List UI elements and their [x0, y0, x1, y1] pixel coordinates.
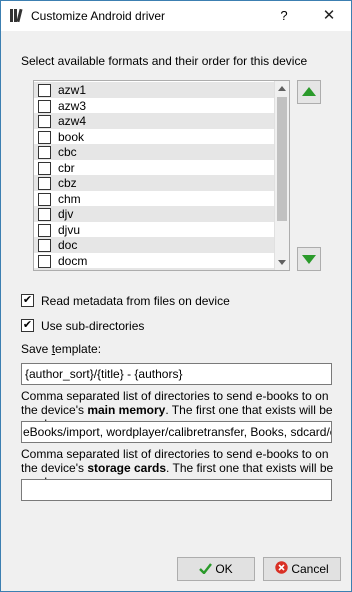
format-name: book [58, 129, 85, 144]
ok-label: OK [215, 562, 233, 576]
list-item[interactable]: cbc [34, 144, 275, 160]
list-item[interactable]: cbz [34, 175, 275, 191]
format-checkbox[interactable] [38, 177, 51, 190]
format-name: docm [58, 253, 88, 268]
scroll-thumb[interactable] [277, 97, 287, 221]
arrow-down-icon [302, 255, 316, 264]
storage-cards-input[interactable] [21, 479, 332, 501]
list-item[interactable]: docx [34, 268, 275, 271]
format-checkbox[interactable] [38, 115, 51, 128]
list-item[interactable]: cbr [34, 160, 275, 176]
cancel-label: Cancel [291, 562, 329, 576]
format-checkbox[interactable] [38, 223, 51, 237]
format-name: cbz [58, 176, 77, 190]
use-subdirs-label: Use sub-directories [41, 319, 145, 333]
format-checkbox[interactable] [38, 192, 51, 206]
formats-scrollbar[interactable] [274, 81, 289, 270]
format-name: azw1 [58, 83, 87, 97]
format-name: azw3 [58, 98, 87, 113]
format-checkbox[interactable] [38, 130, 51, 144]
format-name: chm [58, 191, 81, 206]
help-button[interactable]: ? [267, 1, 301, 31]
arrow-up-icon [302, 87, 316, 96]
dialog-window: Customize Android driver ? ✕ Select avai… [0, 0, 352, 592]
list-item[interactable]: djvu [34, 222, 275, 238]
scroll-up-icon[interactable] [278, 86, 286, 91]
formats-label: Select available formats and their order… [21, 54, 308, 68]
formats-list[interactable]: azw1 azw3 azw4 book cbc cbr cbz chm djv djvu doc do… [33, 80, 290, 271]
move-up-button[interactable] [297, 80, 321, 104]
read-metadata-checkbox[interactable]: ✔ [21, 294, 34, 307]
list-item[interactable]: azw3 [34, 98, 275, 114]
ok-button[interactable]: OK [177, 557, 255, 581]
format-checkbox[interactable] [38, 239, 51, 252]
calibre-books-icon [10, 8, 23, 23]
list-item[interactable]: book [34, 129, 275, 145]
format-checkbox[interactable] [38, 99, 51, 113]
main-memory-input[interactable]: eBooks/import, wordplayer/calibretransfe… [21, 421, 332, 443]
cancel-button[interactable]: Cancel [263, 557, 341, 581]
window-title: Customize Android driver [31, 9, 166, 23]
list-item[interactable]: chm [34, 191, 275, 207]
format-name: djv [58, 207, 74, 221]
cancel-icon [275, 559, 289, 581]
format-checkbox[interactable] [38, 146, 51, 159]
list-item[interactable]: azw4 [34, 113, 275, 129]
format-checkbox[interactable] [38, 270, 51, 271]
format-name: doc [58, 238, 78, 252]
save-template-label: Save template: [21, 342, 102, 356]
list-item[interactable]: docm [34, 253, 275, 269]
save-template-input[interactable]: {author_sort}/{title} - {authors} [21, 363, 332, 385]
format-checkbox[interactable] [38, 254, 51, 268]
format-checkbox[interactable] [38, 208, 51, 221]
list-item[interactable]: djv [34, 206, 275, 222]
format-name: azw4 [58, 114, 87, 128]
read-metadata-label: Read metadata from files on device [41, 294, 230, 308]
use-subdirs-checkbox[interactable]: ✔ [21, 319, 34, 332]
format-name: djvu [58, 222, 81, 237]
format-name: cbc [58, 145, 77, 159]
checkmark-icon [199, 559, 213, 581]
close-button[interactable]: ✕ [307, 1, 351, 31]
format-checkbox[interactable] [38, 161, 51, 175]
format-name: cbr [58, 160, 75, 175]
list-item[interactable]: azw1 [34, 82, 275, 98]
scroll-down-icon[interactable] [278, 260, 286, 265]
move-down-button[interactable] [297, 247, 321, 271]
title-bar: Customize Android driver ? ✕ [1, 1, 351, 31]
format-checkbox[interactable] [38, 84, 51, 97]
format-name: docx [58, 269, 83, 270]
list-item[interactable]: doc [34, 237, 275, 253]
